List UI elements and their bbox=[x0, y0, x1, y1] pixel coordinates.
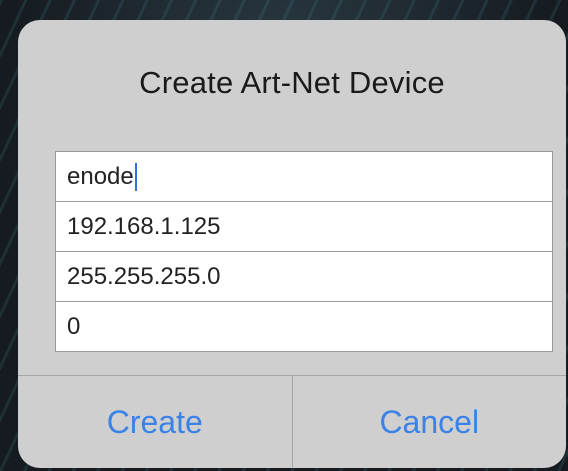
text-cursor bbox=[134, 162, 137, 191]
dialog-title: Create Art-Net Device bbox=[139, 65, 445, 100]
ip-address-value: 192.168.1.125 bbox=[67, 212, 221, 240]
input-field-group: enode 192.168.1.125 255.255.255.0 0 bbox=[55, 151, 553, 352]
device-name-value: enode bbox=[67, 162, 134, 190]
universe-value: 0 bbox=[67, 312, 81, 340]
cancel-button[interactable]: Cancel bbox=[293, 376, 567, 468]
subnet-mask-input[interactable]: 255.255.255.0 bbox=[56, 252, 552, 301]
subnet-mask-value: 255.255.255.0 bbox=[67, 262, 221, 290]
device-name-input[interactable]: enode bbox=[56, 152, 552, 201]
ip-address-input[interactable]: 192.168.1.125 bbox=[56, 202, 552, 251]
universe-input[interactable]: 0 bbox=[56, 302, 552, 351]
create-device-dialog: Create Art-Net Device enode 192.168.1.12… bbox=[18, 20, 566, 468]
dialog-button-bar: Create Cancel bbox=[18, 375, 566, 468]
create-button[interactable]: Create bbox=[18, 376, 292, 468]
